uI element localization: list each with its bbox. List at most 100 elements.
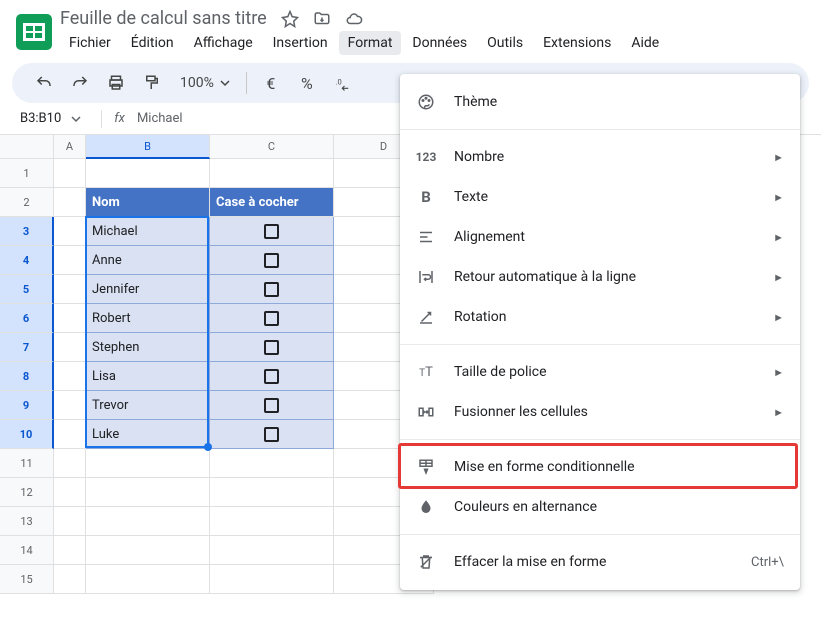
cell-C2[interactable]: Case à cocher xyxy=(210,188,334,217)
cell-A10[interactable] xyxy=(54,420,86,449)
decrease-decimal-button[interactable]: .0 xyxy=(327,67,359,99)
format-menu-rotation[interactable]: Rotation► xyxy=(400,297,800,337)
cell-C9[interactable] xyxy=(210,391,334,420)
menu-fichier[interactable]: Fichier xyxy=(60,31,120,55)
cell-C13[interactable] xyxy=(210,507,334,536)
cell-A8[interactable] xyxy=(54,362,86,391)
cell-B14[interactable] xyxy=(86,536,210,565)
move-folder-icon[interactable] xyxy=(313,10,331,28)
cell-C11[interactable] xyxy=(210,449,334,478)
cell-B13[interactable] xyxy=(86,507,210,536)
doc-title[interactable]: Feuille de calcul sans titre xyxy=(60,8,267,29)
menu-outils[interactable]: Outils xyxy=(478,31,532,55)
checkbox[interactable] xyxy=(264,398,279,413)
checkbox[interactable] xyxy=(264,427,279,442)
format-menu-mise-en-forme-conditionnelle[interactable]: Mise en forme conditionnelle xyxy=(400,447,800,487)
format-menu-couleurs-en-alternance[interactable]: Couleurs en alternance xyxy=(400,487,800,527)
cell-C1[interactable] xyxy=(210,159,334,188)
cell-C6[interactable] xyxy=(210,304,334,333)
cell-C12[interactable] xyxy=(210,478,334,507)
checkbox[interactable] xyxy=(264,369,279,384)
col-header-B[interactable]: B xyxy=(86,135,210,159)
checkbox[interactable] xyxy=(264,224,279,239)
row-header-7[interactable]: 7 xyxy=(0,333,54,362)
menu-format[interactable]: Format xyxy=(339,31,402,55)
name-box[interactable]: B3:B10 xyxy=(12,107,89,130)
row-header-8[interactable]: 8 xyxy=(0,362,54,391)
row-header-13[interactable]: 13 xyxy=(0,507,54,536)
cell-A1[interactable] xyxy=(54,159,86,188)
row-header-4[interactable]: 4 xyxy=(0,246,54,275)
cell-B5[interactable]: Jennifer xyxy=(86,275,210,304)
currency-button[interactable]: € xyxy=(255,67,287,99)
star-icon[interactable] xyxy=(281,10,299,28)
cell-A4[interactable] xyxy=(54,246,86,275)
row-header-15[interactable]: 15 xyxy=(0,565,54,594)
cell-B2[interactable]: Nom xyxy=(86,188,210,217)
cell-B11[interactable] xyxy=(86,449,210,478)
cell-C15[interactable] xyxy=(210,565,334,594)
row-header-1[interactable]: 1 xyxy=(0,159,54,188)
print-button[interactable] xyxy=(100,67,132,99)
cell-B8[interactable]: Lisa xyxy=(86,362,210,391)
col-header-A[interactable]: A xyxy=(54,135,86,159)
checkbox[interactable] xyxy=(264,253,279,268)
cell-A12[interactable] xyxy=(54,478,86,507)
cell-A2[interactable] xyxy=(54,188,86,217)
row-header-5[interactable]: 5 xyxy=(0,275,54,304)
format-menu-retour-automatique-la-ligne[interactable]: Retour automatique à la ligne► xyxy=(400,257,800,297)
cell-B1[interactable] xyxy=(86,159,210,188)
row-header-9[interactable]: 9 xyxy=(0,391,54,420)
format-menu-th-me[interactable]: Thème xyxy=(400,82,800,122)
row-header-6[interactable]: 6 xyxy=(0,304,54,333)
cell-C7[interactable] xyxy=(210,333,334,362)
formula-bar[interactable]: Michael xyxy=(137,111,183,126)
cell-B9[interactable]: Trevor xyxy=(86,391,210,420)
row-header-2[interactable]: 2 xyxy=(0,188,54,217)
format-menu-taille-de-police[interactable]: TTTaille de police► xyxy=(400,352,800,392)
row-header-12[interactable]: 12 xyxy=(0,478,54,507)
cell-A14[interactable] xyxy=(54,536,86,565)
cell-C8[interactable] xyxy=(210,362,334,391)
cell-A15[interactable] xyxy=(54,565,86,594)
cell-A3[interactable] xyxy=(54,217,86,246)
cell-B3[interactable]: Michael xyxy=(86,217,210,246)
row-header-14[interactable]: 14 xyxy=(0,536,54,565)
cell-B15[interactable] xyxy=(86,565,210,594)
cell-A11[interactable] xyxy=(54,449,86,478)
row-header-11[interactable]: 11 xyxy=(0,449,54,478)
zoom-select[interactable]: 100% xyxy=(172,75,238,91)
menu-édition[interactable]: Édition xyxy=(122,31,183,55)
format-menu-fusionner-les-cellules[interactable]: Fusionner les cellules► xyxy=(400,392,800,432)
cell-B10[interactable]: Luke xyxy=(86,420,210,449)
select-all-corner[interactable] xyxy=(0,135,54,159)
row-header-10[interactable]: 10 xyxy=(0,420,54,449)
sheets-logo[interactable] xyxy=(16,14,52,50)
format-menu-effacer-la-mise-en-forme[interactable]: Effacer la mise en formeCtrl+\ xyxy=(400,542,800,582)
menu-données[interactable]: Données xyxy=(403,31,476,55)
cell-B12[interactable] xyxy=(86,478,210,507)
menu-extensions[interactable]: Extensions xyxy=(534,31,620,55)
menu-insertion[interactable]: Insertion xyxy=(264,31,337,55)
cell-A9[interactable] xyxy=(54,391,86,420)
cell-A7[interactable] xyxy=(54,333,86,362)
cell-C10[interactable] xyxy=(210,420,334,449)
cell-B7[interactable]: Stephen xyxy=(86,333,210,362)
checkbox[interactable] xyxy=(264,282,279,297)
cell-B6[interactable]: Robert xyxy=(86,304,210,333)
cell-A5[interactable] xyxy=(54,275,86,304)
cell-C5[interactable] xyxy=(210,275,334,304)
checkbox[interactable] xyxy=(264,311,279,326)
format-menu-alignement[interactable]: Alignement► xyxy=(400,217,800,257)
format-menu-nombre[interactable]: 123Nombre► xyxy=(400,137,800,177)
cell-C14[interactable] xyxy=(210,536,334,565)
cell-A13[interactable] xyxy=(54,507,86,536)
cell-C4[interactable] xyxy=(210,246,334,275)
col-header-C[interactable]: C xyxy=(210,135,334,159)
redo-button[interactable] xyxy=(64,67,96,99)
undo-button[interactable] xyxy=(28,67,60,99)
paint-format-button[interactable] xyxy=(136,67,168,99)
menu-affichage[interactable]: Affichage xyxy=(185,31,262,55)
format-menu-texte[interactable]: BTexte► xyxy=(400,177,800,217)
menu-aide[interactable]: Aide xyxy=(622,31,668,55)
